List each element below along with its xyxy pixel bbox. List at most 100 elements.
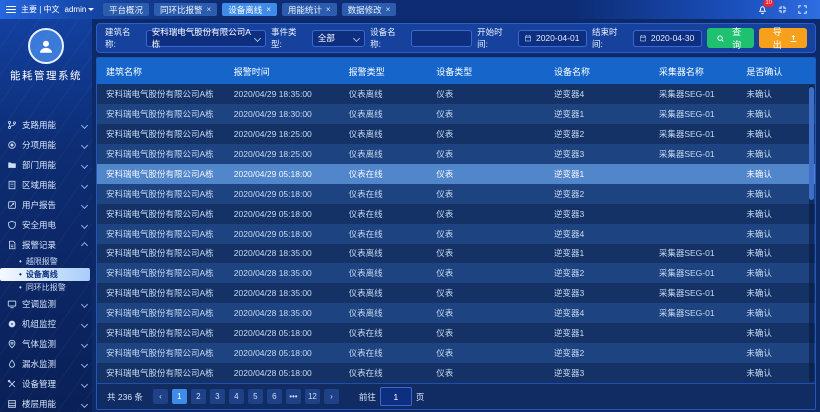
end-date-picker[interactable]: 2020-04-30 [633, 30, 702, 47]
sidebar-item-安全用电[interactable]: 安全用电 [0, 215, 92, 235]
event-type-select[interactable]: 全部 [312, 30, 365, 47]
table-row[interactable]: 安科瑞电气股份有限公司A栋2020/04/28 18:35:00仪表离线仪表逆变… [97, 244, 815, 264]
tab-close-icon[interactable]: × [207, 6, 212, 14]
avatar[interactable] [28, 28, 64, 64]
tab-label: 同环比报警 [160, 4, 203, 16]
building-select[interactable]: 安科瑞电气股份有限公司A栋 [146, 30, 266, 47]
table-row[interactable]: 安科瑞电气股份有限公司A栋2020/04/29 18:30:00仪表离线仪表逆变… [97, 104, 815, 124]
sidebar-item-报警记录[interactable]: 报警记录 [0, 235, 92, 255]
tab-label: 数据修改 [348, 4, 382, 16]
table-cell: 仪表在线 [340, 347, 428, 359]
sidebar-item-楼层用能[interactable]: 楼层用能 [0, 394, 92, 412]
table-row[interactable]: 安科瑞电气股份有限公司A栋2020/04/28 18:35:00仪表离线仪表逆变… [97, 283, 815, 303]
sidebar-item-气体监测[interactable]: 气体监测 [0, 334, 92, 354]
table-cell: 仪表 [427, 128, 545, 140]
table-cell: 采集器SEG-01 [650, 148, 738, 160]
table-cell: 逆变器3 [545, 367, 650, 379]
table-row[interactable]: 安科瑞电气股份有限公司A栋2020/04/28 05:18:00仪表在线仪表逆变… [97, 343, 815, 363]
page-button-5[interactable]: 5 [248, 389, 263, 404]
tab-用能统计[interactable]: 用能统计 × [282, 3, 337, 16]
sidebar-item-label: 空调监测 [22, 298, 56, 310]
notification-bell-button[interactable]: 10 [757, 4, 768, 15]
topbar-nav-text: 主要 | 中文 [21, 4, 60, 15]
calendar-icon [639, 34, 647, 42]
page-button-6[interactable]: 6 [267, 389, 282, 404]
table-row[interactable]: 安科瑞电气股份有限公司A栋2020/04/28 05:18:00仪表在线仪表逆变… [97, 363, 815, 383]
table-row[interactable]: 安科瑞电气股份有限公司A栋2020/04/28 18:35:00仪表离线仪表逆变… [97, 263, 815, 283]
circuit-branch-icon [7, 120, 17, 130]
tab-设备离线[interactable]: 设备离线 × [222, 3, 277, 16]
table-cell: 安科瑞电气股份有限公司A栋 [97, 327, 225, 339]
sidebar-item-区域用能[interactable]: 区域用能 [0, 175, 92, 195]
start-date-value: 2020-04-01 [536, 33, 579, 43]
table-row[interactable]: 安科瑞电气股份有限公司A栋2020/04/29 05:18:00仪表在线仪表逆变… [97, 184, 815, 204]
chevron-icon [81, 221, 88, 228]
device-name-input[interactable] [417, 32, 466, 44]
tab-close-icon[interactable]: × [326, 6, 331, 14]
start-date-picker[interactable]: 2020-04-01 [518, 30, 587, 47]
goto-suffix: 页 [416, 391, 425, 403]
sidebar-item-漏水监测[interactable]: 漏水监测 [0, 354, 92, 374]
sidebar-item-label: 分项用能 [22, 139, 56, 151]
sidebar-item-label: 设备管理 [22, 378, 56, 390]
sidebar-item-设备管理[interactable]: 设备管理 [0, 374, 92, 394]
table-cell: 仪表离线 [340, 88, 428, 100]
sidebar-subitem-同环比报警[interactable]: • 同环比报警 [0, 281, 92, 294]
page-button-3[interactable]: 3 [210, 389, 225, 404]
tab-close-icon[interactable]: × [266, 6, 271, 14]
sidebar-subitem-设备离线[interactable]: • 设备离线 [0, 268, 90, 281]
table-row[interactable]: 安科瑞电气股份有限公司A栋2020/04/29 05:18:00仪表在线仪表逆变… [97, 204, 815, 224]
sidebar-item-支路用能[interactable]: 支路用能 [0, 115, 92, 135]
fit-screen-button[interactable] [777, 4, 788, 15]
sidebar-item-部门用能[interactable]: 部门用能 [0, 155, 92, 175]
column-header-建筑名称: 建筑名称 [97, 65, 225, 78]
sidebar-item-空调监测[interactable]: 空调监测 [0, 294, 92, 314]
more-pages-button[interactable]: ••• [286, 389, 301, 404]
sidebar-item-label: 用户报告 [22, 199, 56, 211]
sidebar-subitem-label: 设备离线 [26, 269, 58, 280]
tab-数据修改[interactable]: 数据修改 × [342, 3, 397, 16]
page-button-1[interactable]: 1 [172, 389, 187, 404]
tab-同环比报警[interactable]: 同环比报警 × [154, 3, 217, 16]
fullscreen-button[interactable] [797, 4, 808, 15]
column-header-设备名称: 设备名称 [545, 65, 650, 78]
table-cell: 安科瑞电气股份有限公司A栋 [97, 367, 225, 379]
table-cell: 逆变器1 [545, 108, 650, 120]
table-cell: 安科瑞电气股份有限公司A栋 [97, 307, 225, 319]
next-page-button[interactable]: › [324, 389, 339, 404]
page-button-4[interactable]: 4 [229, 389, 244, 404]
table-cell: 2020/04/28 18:35:00 [225, 248, 340, 258]
chevron-down-icon [353, 34, 360, 41]
sidebar-item-分项用能[interactable]: 分项用能 [0, 135, 92, 155]
export-button[interactable]: 导出 [759, 28, 807, 48]
table-row[interactable]: 安科瑞电气股份有限公司A栋2020/04/29 18:25:00仪表离线仪表逆变… [97, 144, 815, 164]
table-row[interactable]: 安科瑞电气股份有限公司A栋2020/04/28 18:35:00仪表离线仪表逆变… [97, 303, 815, 323]
page-button-12[interactable]: 12 [305, 389, 320, 404]
prev-page-button[interactable]: ‹ [153, 389, 168, 404]
chevron-down-icon [254, 34, 261, 41]
page-button-2[interactable]: 2 [191, 389, 206, 404]
search-button[interactable]: 查询 [707, 28, 755, 48]
event-type-select-value: 全部 [318, 32, 335, 44]
hamburger-menu-icon[interactable] [6, 6, 16, 14]
table-cell: 仪表 [427, 367, 545, 379]
sidebar: 能耗管理系统 支路用能 分项用能 部门用能 区域用能 用户报告 安全用电 报警记… [0, 19, 92, 412]
system-title: 能耗管理系统 [0, 68, 92, 83]
sidebar-subitem-越限报警[interactable]: • 越限报警 [0, 255, 92, 268]
scrollbar-thumb[interactable] [809, 87, 814, 200]
table-cell: 2020/04/28 18:35:00 [225, 288, 340, 298]
user-dropdown[interactable]: admin [65, 5, 95, 14]
sidebar-item-机组监控[interactable]: 机组监控 [0, 314, 92, 334]
table-row[interactable]: 安科瑞电气股份有限公司A栋2020/04/29 05:18:00仪表在线仪表逆变… [97, 224, 815, 244]
table-cell: 2020/04/29 05:18:00 [225, 169, 340, 179]
table-row[interactable]: 安科瑞电气股份有限公司A栋2020/04/29 18:35:00仪表离线仪表逆变… [97, 84, 815, 104]
table-row[interactable]: 安科瑞电气股份有限公司A栋2020/04/28 05:18:00仪表在线仪表逆变… [97, 323, 815, 343]
tab-close-icon[interactable]: × [386, 6, 391, 14]
table-body: 安科瑞电气股份有限公司A栋2020/04/29 18:35:00仪表离线仪表逆变… [97, 84, 815, 383]
table-row[interactable]: 安科瑞电气股份有限公司A栋2020/04/29 05:18:00仪表在线仪表逆变… [97, 164, 815, 184]
goto-page-input[interactable] [380, 387, 412, 406]
table-row[interactable]: 安科瑞电气股份有限公司A栋2020/04/29 18:25:00仪表离线仪表逆变… [97, 124, 815, 144]
sidebar-item-用户报告[interactable]: 用户报告 [0, 195, 92, 215]
tab-平台概况[interactable]: 平台概况 [103, 3, 149, 16]
vertical-scrollbar [809, 85, 814, 382]
